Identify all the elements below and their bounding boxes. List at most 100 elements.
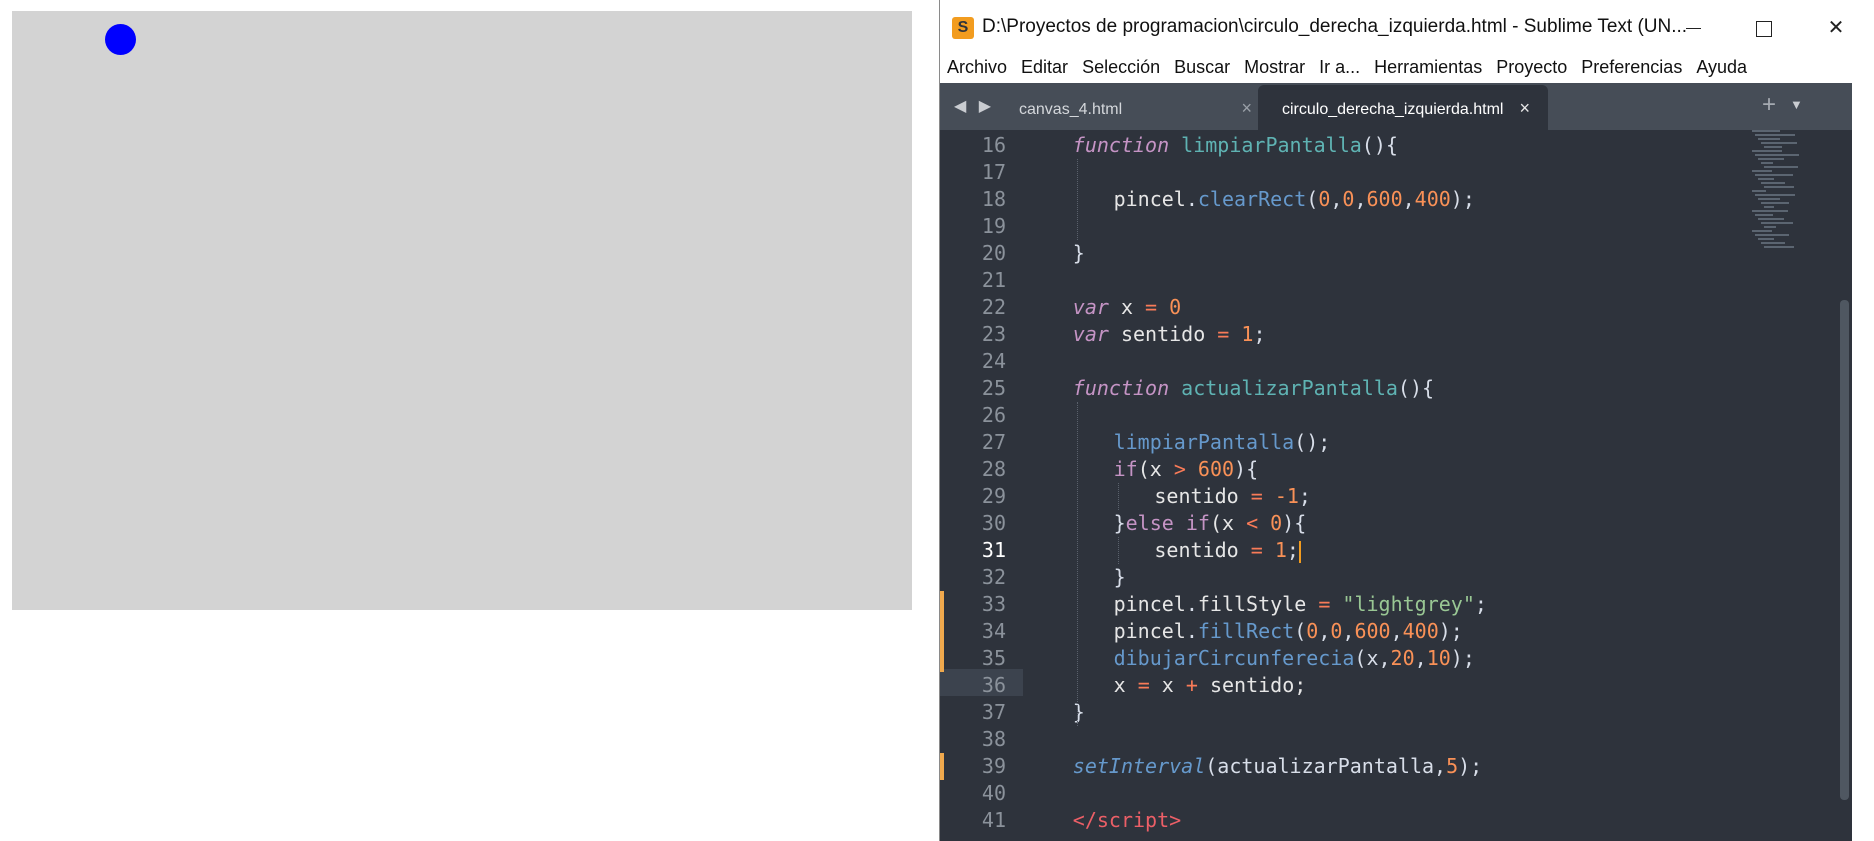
menu-item-mostrar[interactable]: Mostrar (1237, 57, 1312, 77)
code-token: } (1072, 700, 1085, 724)
minimap-line (1752, 210, 1788, 212)
indent-guide (1076, 402, 1078, 726)
code-token: function (1072, 133, 1170, 157)
minimap-line (1758, 158, 1784, 160)
code-token: limpiarPantalla (1181, 133, 1362, 157)
code-token: setInterval (1072, 754, 1206, 778)
menu-item-archivo[interactable]: Archivo (940, 57, 1014, 77)
menu-item-preferencias[interactable]: Preferencias (1574, 57, 1689, 77)
modified-line-marker (940, 618, 944, 645)
code-line: var sentido = 1; (1073, 321, 1266, 348)
code-token: 0 (1318, 187, 1331, 211)
code-token: -1 (1274, 484, 1299, 508)
code-token: 0 (1306, 619, 1319, 643)
line-number: 25 (981, 376, 1006, 400)
code-editor[interactable]: 16 17 18 19 20 21 22 23 24 25 26 27 28 29 30 31 32 33 34 35… (940, 130, 1852, 841)
code-token: 1 (1241, 322, 1254, 346)
code-token: } (1113, 511, 1126, 535)
code-token: = (1217, 322, 1230, 346)
code-token: pincel (1113, 187, 1186, 211)
minimap-line (1764, 146, 1782, 148)
menu-item-proyecto[interactable]: Proyecto (1489, 57, 1574, 77)
minimap-line (1764, 186, 1794, 188)
menu-item-buscar[interactable]: Buscar (1167, 57, 1237, 77)
tab-canvas-4[interactable]: canvas_4.html × (995, 85, 1270, 130)
code-line: var x = 0 (1073, 294, 1181, 321)
code-line: x = x + sentido; (1114, 672, 1307, 699)
code-line: function limpiarPantalla(){ (1073, 132, 1398, 159)
minimap-line (1755, 234, 1789, 236)
code-token: fillRect (1197, 619, 1295, 643)
blue-circle (105, 24, 136, 55)
new-tab-plus-icon[interactable]: + (1762, 91, 1776, 119)
close-button[interactable]: ✕ (1816, 10, 1856, 46)
code-token: 400 (1402, 619, 1439, 643)
code-token: . (1185, 592, 1198, 616)
modified-line-marker (940, 753, 944, 780)
code-token: , (1318, 619, 1331, 643)
maximize-button[interactable] (1744, 10, 1784, 46)
code-token: ; (1253, 322, 1266, 346)
code-token: sentido (1154, 538, 1251, 562)
tab-close-icon[interactable]: × (1241, 98, 1252, 119)
code-token: 0 (1270, 511, 1283, 535)
tab-label: circulo_derecha_izquierda.html (1282, 101, 1504, 118)
code-token: x (1149, 673, 1186, 697)
code-token: , (1402, 187, 1415, 211)
line-number: 32 (981, 565, 1006, 589)
code-token: 1 (1274, 538, 1287, 562)
tab-nav-arrows-icon[interactable]: ◀ ▶ (954, 96, 995, 116)
minimap-line (1755, 154, 1799, 156)
indent-guide (1117, 483, 1119, 510)
minimize-icon (1685, 28, 1701, 30)
code-token: script (1096, 808, 1170, 832)
code-token: ); (1450, 646, 1475, 670)
code-token: sentido (1108, 322, 1218, 346)
menu-item-editar[interactable]: Editar (1014, 57, 1075, 77)
minimap[interactable] (1752, 130, 1832, 270)
code-token: = (1250, 484, 1263, 508)
line-number: 39 (981, 754, 1006, 778)
code-token: 400 (1414, 187, 1451, 211)
code-line: } (1114, 564, 1126, 591)
line-number: 38 (981, 727, 1006, 751)
scrollbar-thumb[interactable] (1840, 300, 1849, 800)
code-token: > (1173, 457, 1186, 481)
line-number-gutter: 16 17 18 19 20 21 22 23 24 25 26 27 28 29 30 31 32 33 34 35… (940, 130, 1022, 841)
menu-item-herramientas[interactable]: Herramientas (1367, 57, 1489, 77)
code-line: dibujarCircunferecia(x,20,10); (1114, 645, 1475, 672)
line-number: 21 (981, 268, 1006, 292)
code-line: pincel.clearRect(0,0,600,400); (1114, 186, 1475, 213)
code-token: var (1072, 295, 1109, 319)
line-number: 35 (981, 646, 1006, 670)
line-number: 23 (981, 322, 1006, 346)
code-token: 0 (1169, 295, 1182, 319)
code-token: , (1414, 646, 1427, 670)
title-bar[interactable]: S D:\Proyectos de programacion\circulo_d… (940, 0, 1852, 57)
code-area[interactable]: function limpiarPantalla(){ pincel.clearR… (1032, 130, 1812, 841)
code-token: else (1125, 511, 1174, 535)
canvas-output (12, 11, 912, 610)
menu-item-ayuda[interactable]: Ayuda (1689, 57, 1754, 77)
menu-item-ir-a-[interactable]: Ir a... (1312, 57, 1367, 77)
minimap-line (1758, 178, 1774, 180)
maximize-icon (1756, 20, 1772, 37)
line-number: 33 (981, 592, 1006, 616)
code-token: dibujarCircunferecia (1113, 646, 1355, 670)
sublime-text-icon: S (952, 17, 974, 39)
tab-dropdown-icon[interactable]: ▼ (1790, 97, 1803, 112)
tab-close-icon[interactable]: × (1519, 98, 1530, 119)
tab-circulo-derecha-izquierda[interactable]: circulo_derecha_izquierda.html × (1258, 85, 1548, 130)
code-token: } (1113, 565, 1126, 589)
code-token: (); (1294, 430, 1331, 454)
code-token: , (1354, 187, 1367, 211)
minimize-button[interactable] (1673, 10, 1713, 46)
code-token: , (1330, 187, 1343, 211)
code-token: 600 (1197, 457, 1235, 481)
minimap-line (1752, 150, 1782, 152)
menu-item-selección[interactable]: Selección (1075, 57, 1167, 77)
